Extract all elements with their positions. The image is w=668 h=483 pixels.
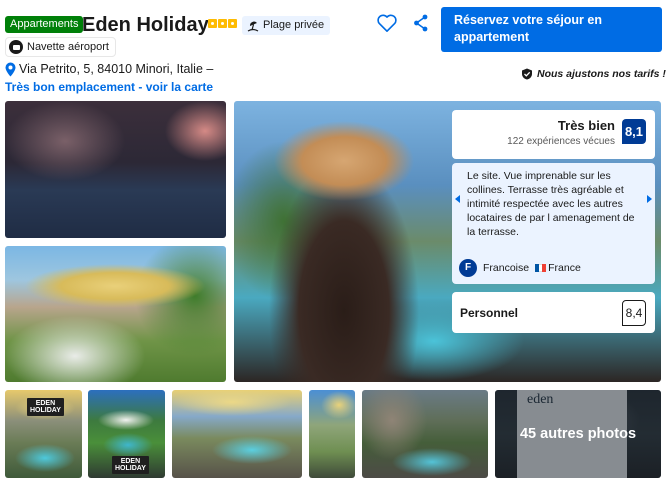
price-match-note[interactable]: Nous ajustons nos tarifs !: [521, 68, 666, 80]
review-text: Le site. Vue imprenable sur les collines…: [467, 170, 635, 238]
private-beach-label: Plage privée: [263, 19, 325, 31]
review-score-card[interactable]: Très bien 122 expériences vécues 8,1: [452, 110, 655, 159]
star-icon: [228, 19, 237, 28]
gallery-thumbnail[interactable]: [172, 390, 302, 478]
previous-review-arrow[interactable]: [455, 195, 460, 203]
gallery-thumbnail[interactable]: [309, 390, 355, 478]
gallery-more-photos[interactable]: eden 45 autres photos: [495, 390, 661, 478]
gallery-thumbnail[interactable]: [362, 390, 488, 478]
avatar: F: [459, 259, 477, 277]
address-line: Via Petrito, 5, 84010 Minori, Italie –: [5, 61, 213, 77]
reserve-button[interactable]: Réservez votre séjour en appartement: [441, 7, 662, 52]
thumbs-up-icon: [522, 68, 532, 80]
logo-eden-holiday: EDEN HOLIDAY: [112, 456, 149, 474]
review-count: 122 expériences vécues: [507, 136, 615, 147]
airport-shuttle-badge[interactable]: Navette aéroport: [5, 37, 116, 57]
gallery-thumbnail[interactable]: EDEN HOLIDAY: [88, 390, 165, 478]
gallery-thumbnail[interactable]: EDEN HOLIDAY: [5, 390, 82, 478]
star-icon: [218, 19, 227, 28]
map-pin-icon: [5, 62, 16, 76]
logo-eden-holiday: EDEN HOLIDAY: [27, 398, 64, 416]
staff-score-card[interactable]: Personnel 8,4: [452, 292, 655, 333]
guest-review-card[interactable]: Le site. Vue imprenable sur les collines…: [452, 163, 655, 284]
next-review-arrow[interactable]: [647, 195, 652, 203]
price-match-text: Nous ajustons nos tarifs !: [537, 68, 666, 80]
star-rating: [208, 19, 237, 28]
more-photos-label: 45 autres photos: [519, 426, 637, 442]
private-beach-badge[interactable]: Plage privée: [242, 16, 331, 35]
gallery-photo[interactable]: [5, 101, 226, 238]
heart-icon[interactable]: [376, 13, 398, 33]
star-icon: [208, 19, 217, 28]
more-photos-overlay[interactable]: 45 autres photos: [495, 390, 661, 478]
staff-label: Personnel: [460, 306, 519, 320]
beach-icon: [247, 21, 259, 32]
score-label: Très bien: [557, 118, 615, 133]
staff-score-badge: 8,4: [622, 300, 646, 326]
share-icon[interactable]: [413, 14, 429, 32]
france-flag-icon: [535, 264, 547, 272]
address-text: Via Petrito, 5, 84010 Minori, Italie –: [19, 62, 214, 76]
gallery-photo[interactable]: [5, 246, 226, 382]
reviewer-info: F Francoise France: [459, 259, 581, 277]
airport-shuttle-label: Navette aéroport: [27, 41, 109, 53]
score-badge: 8,1: [622, 119, 646, 144]
reviewer-name: Francoise: [483, 262, 530, 274]
property-type-badge: Appartements: [5, 16, 84, 33]
shuttle-icon: [9, 40, 23, 54]
map-link[interactable]: Très bon emplacement - voir la carte: [5, 80, 213, 95]
reviewer-country: France: [535, 262, 581, 274]
property-title: Eden Holiday: [82, 14, 209, 36]
